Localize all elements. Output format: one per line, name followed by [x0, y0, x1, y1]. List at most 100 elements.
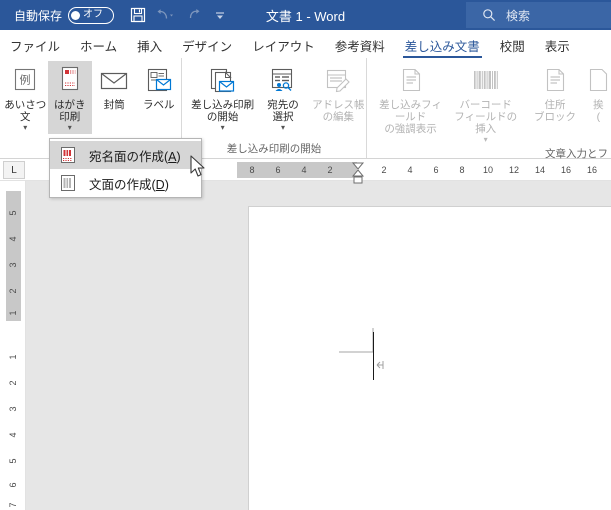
greeting-line-button[interactable]: 挨 ( — [587, 61, 610, 125]
address-block-label: 住所 ブロック — [534, 99, 577, 123]
menu-item-label: 文面の作成(D) — [89, 174, 169, 193]
tab-selector[interactable]: L — [3, 161, 25, 179]
vruler-tick: 7 — [8, 502, 18, 508]
chevron-down-icon[interactable]: ▾ — [281, 123, 285, 132]
vruler-tick: 5 — [8, 458, 18, 464]
ruler-tick: 6 — [433, 165, 439, 175]
chevron-down-icon[interactable]: ▾ — [484, 135, 488, 144]
customize-qat-icon[interactable] — [208, 2, 232, 28]
tab-insert[interactable]: 挿入 — [127, 37, 172, 59]
menu-item-create-address-side[interactable]: 宛名面の作成(A) — [50, 141, 201, 169]
menu-label-accel: A — [168, 149, 177, 164]
autosave-control[interactable]: 自動保存 オフ — [14, 6, 115, 24]
horizontal-ruler-scale[interactable]: 8 6 4 2 2 4 6 8 10 12 14 16 16 — [237, 162, 611, 184]
insert-barcode-field-label: バーコード フィールドの挿入 — [454, 99, 518, 135]
chevron-down-icon[interactable]: ▾ — [68, 123, 72, 132]
vruler-tick: 6 — [8, 482, 18, 488]
vruler-tick: 2 — [8, 288, 18, 294]
edit-recipient-list-label: アドレス帳 の編集 — [312, 99, 365, 123]
menu-label-pre: 宛名面の作成( — [89, 149, 169, 164]
start-mail-merge-label: 差し込み印刷 の開始 — [191, 99, 255, 123]
labels-button[interactable]: ラベル — [137, 61, 182, 113]
highlight-merge-fields-button[interactable]: 差し込みフィールド の強調表示 — [373, 61, 448, 137]
labels-icon — [144, 64, 174, 98]
envelope-icon — [98, 64, 130, 98]
envelopes-button[interactable]: 封筒 — [92, 61, 137, 113]
paragraph-mark-icon — [376, 361, 384, 369]
ribbon-group-start-mail-merge-label: 差し込み印刷の開始 — [226, 143, 322, 155]
ruler-tick: 14 — [534, 165, 546, 175]
ruler-tick: 16 — [586, 165, 598, 175]
vruler-tick: 1 — [8, 354, 18, 360]
barcode-icon — [469, 64, 503, 98]
tab-view[interactable]: 表示 — [535, 37, 580, 59]
postcard-print-button[interactable]: はがき 印刷 ▾ — [47, 61, 92, 134]
document-left-gutter — [26, 181, 248, 510]
document-title-text: 文書 1 - Word — [265, 8, 346, 24]
select-recipients-label: 宛先の 選択 — [267, 99, 299, 123]
ruler-tick: 16 — [560, 165, 572, 175]
menu-label-accel: D — [155, 177, 165, 192]
envelopes-label: 封筒 — [103, 99, 125, 111]
greeting-text-button[interactable]: 例 あいさつ 文 ▾ — [3, 61, 48, 134]
ruler-tick: 2 — [327, 165, 333, 175]
message-side-icon — [59, 174, 77, 192]
vruler-tick: 4 — [8, 432, 18, 438]
ruler-tick: 8 — [459, 165, 465, 175]
greeting-text-label: あいさつ 文 — [4, 99, 47, 123]
tab-review[interactable]: 校閲 — [490, 37, 535, 59]
vruler-tick: 5 — [8, 210, 18, 216]
document-page[interactable] — [248, 206, 611, 510]
greeting-line-label: 挨 ( — [593, 99, 604, 123]
chevron-down-icon[interactable]: ▾ — [221, 123, 225, 132]
save-icon[interactable] — [124, 2, 152, 28]
quick-access-toolbar — [124, 2, 232, 28]
vertical-ruler-scale[interactable]: 5 4 3 2 1 1 2 3 4 5 6 7 — [6, 191, 21, 508]
chevron-down-icon[interactable]: ▾ — [23, 123, 27, 132]
text-cursor — [373, 332, 374, 380]
select-recipients-button[interactable]: 宛先の 選択 ▾ — [255, 61, 310, 134]
svg-text:例: 例 — [20, 73, 31, 87]
undo-icon[interactable] — [152, 2, 180, 28]
vruler-tick: 1 — [8, 310, 18, 316]
search-icon — [483, 9, 496, 22]
menu-label-post: ) — [164, 177, 169, 192]
autosave-label: 自動保存 — [14, 8, 63, 23]
menu-label-post: ) — [176, 149, 181, 164]
autosave-toggle[interactable]: オフ — [68, 6, 115, 24]
search-placeholder: 検索 — [506, 8, 531, 23]
tab-layout[interactable]: レイアウト — [242, 37, 325, 59]
title-bar: 自動保存 オフ 文書 1 - Word 検索 — [0, 0, 611, 30]
address-side-icon — [59, 146, 77, 164]
start-mail-merge-button[interactable]: 差し込み印刷 の開始 ▾ — [190, 61, 255, 134]
indent-markers[interactable] — [351, 162, 365, 184]
search-box[interactable]: 検索 — [466, 2, 611, 28]
autosave-state-label: オフ — [83, 9, 104, 20]
vruler-tick: 3 — [8, 262, 18, 268]
word-window: 自動保存 オフ 文書 1 - Word 検索 ファイル ホーム 挿入 デザイン … — [0, 0, 611, 510]
edit-recipients-icon — [322, 64, 354, 98]
postcard-print-menu: 宛名面の作成(A) 文面の作成(D) — [49, 138, 202, 198]
select-recipients-icon — [267, 64, 299, 98]
ruler-tick: 2 — [381, 165, 387, 175]
vertical-ruler[interactable]: 5 4 3 2 1 1 2 3 4 5 6 7 — [0, 181, 26, 510]
labels-label: ラベル — [143, 99, 175, 111]
tab-file[interactable]: ファイル — [0, 37, 70, 59]
menu-item-create-message-side[interactable]: 文面の作成(D) — [50, 169, 201, 197]
mouse-cursor-icon — [190, 155, 205, 177]
redo-icon[interactable] — [180, 2, 208, 28]
edit-recipient-list-button[interactable]: アドレス帳 の編集 — [311, 61, 366, 125]
insert-barcode-field-button[interactable]: バーコード フィールドの挿入 ▾ — [448, 61, 523, 146]
address-block-icon — [541, 64, 569, 98]
ruler-tick: 6 — [275, 165, 281, 175]
ruler-tick: 10 — [482, 165, 494, 175]
document-area[interactable] — [26, 181, 611, 510]
tab-home[interactable]: ホーム — [70, 37, 127, 59]
address-block-button[interactable]: 住所 ブロック — [523, 61, 587, 125]
postcard-icon — [57, 64, 83, 98]
horizontal-left-margin — [237, 162, 357, 178]
tab-design[interactable]: デザイン — [172, 37, 242, 59]
tab-references[interactable]: 参考資料 — [325, 37, 395, 59]
tab-mailings[interactable]: 差し込み文書 — [395, 37, 490, 59]
margin-corner-mark — [339, 328, 374, 353]
